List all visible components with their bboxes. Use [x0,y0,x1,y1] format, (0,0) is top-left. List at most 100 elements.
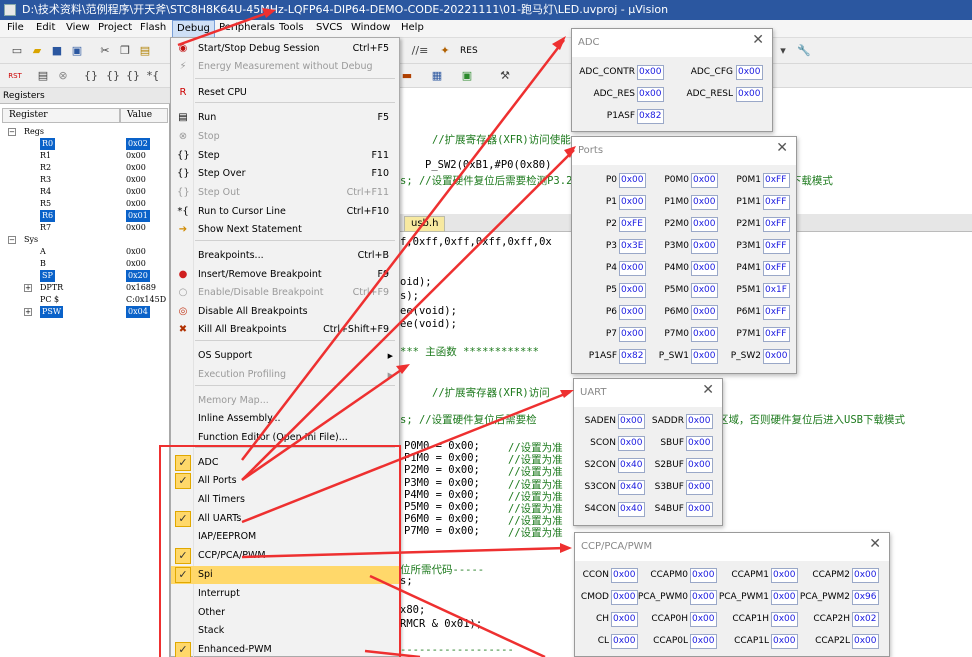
register-field-value[interactable]: 0x00 [691,173,718,188]
menu-debug[interactable]: Debug [172,20,215,38]
menu-item-spi[interactable]: ✓ Spi [171,566,399,584]
menu-item-all-uarts[interactable]: ✓ All UARTs [171,510,399,528]
menu-window[interactable]: Window [351,22,390,33]
register-field-value[interactable]: 0x00 [852,568,879,583]
register-field-value[interactable]: 0xFF [763,195,790,210]
menu-item-run-to-cursor-line[interactable]: *{Run to Cursor Line Ctrl+F10 [171,203,399,221]
register-value[interactable]: 0x00 [126,174,146,186]
menu-item-start-stop-debug-session[interactable]: ◉ Start/Stop Debug Session Ctrl+F5 [171,40,399,58]
register-field-value[interactable]: 0x00 [619,261,646,276]
close-icon[interactable]: ✕ [752,32,764,48]
menu-item-kill-all-breakpoints[interactable]: ✖ Kill All Breakpoints Ctrl+Shift+F9 [171,321,399,339]
register-row[interactable]: R6 0x01 [0,210,170,222]
collapse-icon[interactable]: − [8,236,16,244]
chevron-down-icon[interactable]: ▾ [778,44,788,58]
register-field-value[interactable]: 0x00 [686,414,713,429]
register-row[interactable]: R3 0x00 [0,174,170,186]
register-field-value[interactable]: 0x00 [691,283,718,298]
register-value[interactable]: 0x02 [126,138,150,150]
register-value[interactable]: 0x04 [126,306,150,318]
copy-icon[interactable]: ❐ [118,44,132,58]
menu-item-stop[interactable]: ⊗ Stop [171,128,399,146]
value-column-header[interactable]: Value [120,108,168,123]
menu-flash[interactable]: Flash [140,22,166,33]
expand-icon[interactable]: + [24,308,32,316]
register-field-value[interactable]: 0x02 [852,612,879,627]
menu-project[interactable]: Project [98,22,132,33]
menu-item-function-editor-open-ini-file[interactable]: Function Editor (Open Ini File)... [171,429,399,447]
menu-item-breakpoints[interactable]: Breakpoints... Ctrl+B [171,247,399,265]
open-folder-icon[interactable]: ▰ [30,44,44,58]
register-row[interactable]: R2 0x00 [0,162,170,174]
trace-window-icon[interactable]: ▣ [460,69,474,83]
menu-item-adc[interactable]: ✓ ADC [171,454,399,472]
register-row[interactable]: + PSW 0x04 [0,306,170,318]
new-file-icon[interactable]: ▭ [10,44,24,58]
register-field-value[interactable]: 0x00 [618,436,645,451]
register-field-value[interactable]: 0x00 [619,195,646,210]
register-field-value[interactable]: 0x40 [618,458,645,473]
stop-toolbar-icon[interactable]: ⊗ [56,69,70,83]
register-value[interactable]: 0x00 [126,246,146,258]
serial-window-icon[interactable]: ▬ [400,69,414,83]
register-row[interactable]: R5 0x00 [0,198,170,210]
expand-icon[interactable]: + [24,284,32,292]
cut-icon[interactable]: ✂ [98,44,112,58]
step-over-toolbar-icon[interactable]: {} [106,69,120,83]
register-field-value[interactable]: 0xFF [763,327,790,342]
register-row[interactable]: R4 0x00 [0,186,170,198]
register-field-value[interactable]: 0x00 [691,349,718,364]
menu-item-reset-cpu[interactable]: R Reset CPU [171,84,399,102]
menu-item-step-over[interactable]: {} Step Over F10 [171,165,399,183]
save-icon[interactable]: ■ [50,44,64,58]
menu-item-stack[interactable]: Stack [171,622,399,640]
register-row[interactable]: A 0x00 [0,246,170,258]
menu-item-interrupt[interactable]: Interrupt [171,585,399,603]
menu-item-step-out[interactable]: {} Step Out Ctrl+F11 [171,184,399,202]
register-field-value[interactable]: 0x00 [619,305,646,320]
register-row[interactable]: SP 0x20 [0,270,170,282]
menu-view[interactable]: View [66,22,90,33]
menu-item-insert-remove-breakpoint[interactable]: ● Insert/Remove Breakpoint F9 [171,266,399,284]
menu-item-run[interactable]: ▤ Run F5 [171,109,399,127]
register-value[interactable]: 0x01 [126,210,150,222]
register-field-value[interactable]: 0xFF [763,305,790,320]
register-field-value[interactable]: 0x00 [691,217,718,232]
register-field-value[interactable]: 0x40 [618,502,645,517]
step-toolbar-icon[interactable]: {} [84,69,98,83]
close-icon[interactable]: ✕ [702,382,714,398]
register-field-value[interactable]: 0x3E [619,239,646,254]
register-field-value[interactable]: 0x00 [691,305,718,320]
menu-item-execution-profiling[interactable]: Execution Profiling ▶ [171,366,399,384]
menu-item-other[interactable]: Other [171,604,399,622]
register-field-value[interactable]: 0x00 [686,436,713,451]
menu-item-all-timers[interactable]: All Timers [171,491,399,509]
target-options-icon[interactable]: ✦ [438,44,452,58]
register-field-value[interactable]: 0x00 [637,87,664,102]
menu-tools[interactable]: Tools [279,22,304,33]
register-field-value[interactable]: 0x00 [619,327,646,342]
register-value[interactable]: C:0x145D [126,294,166,306]
register-value[interactable]: 0x00 [126,186,146,198]
menu-item-disable-all-breakpoints[interactable]: ◎ Disable All Breakpoints [171,303,399,321]
register-value[interactable]: 0x00 [126,198,146,210]
menu-file[interactable]: File [7,22,24,33]
wrench-icon[interactable]: 🔧 [797,44,811,58]
analysis-window-icon[interactable]: ▦ [430,69,444,83]
register-field-value[interactable]: 0x82 [619,349,646,364]
register-field-value[interactable]: 0x1F [763,283,790,298]
register-field-value[interactable]: 0x00 [637,65,664,80]
register-field-value[interactable]: 0x40 [618,480,645,495]
run-toolbar-icon[interactable]: ▤ [36,69,50,83]
register-row[interactable]: R1 0x00 [0,150,170,162]
register-field-value[interactable]: 0x00 [763,349,790,364]
menu-item-inline-assembly[interactable]: Inline Assembly... [171,410,399,428]
register-field-value[interactable]: 0x00 [686,502,713,517]
menu-item-iap-eeprom[interactable]: IAP/EEPROM [171,528,399,546]
register-value[interactable]: 0x1689 [126,282,156,294]
paste-icon[interactable]: ▤ [138,44,152,58]
register-value[interactable]: 0x00 [126,222,146,234]
register-field-value[interactable]: 0xFF [763,173,790,188]
register-field-value[interactable]: 0x00 [686,458,713,473]
register-column-header[interactable]: Register [2,108,120,123]
